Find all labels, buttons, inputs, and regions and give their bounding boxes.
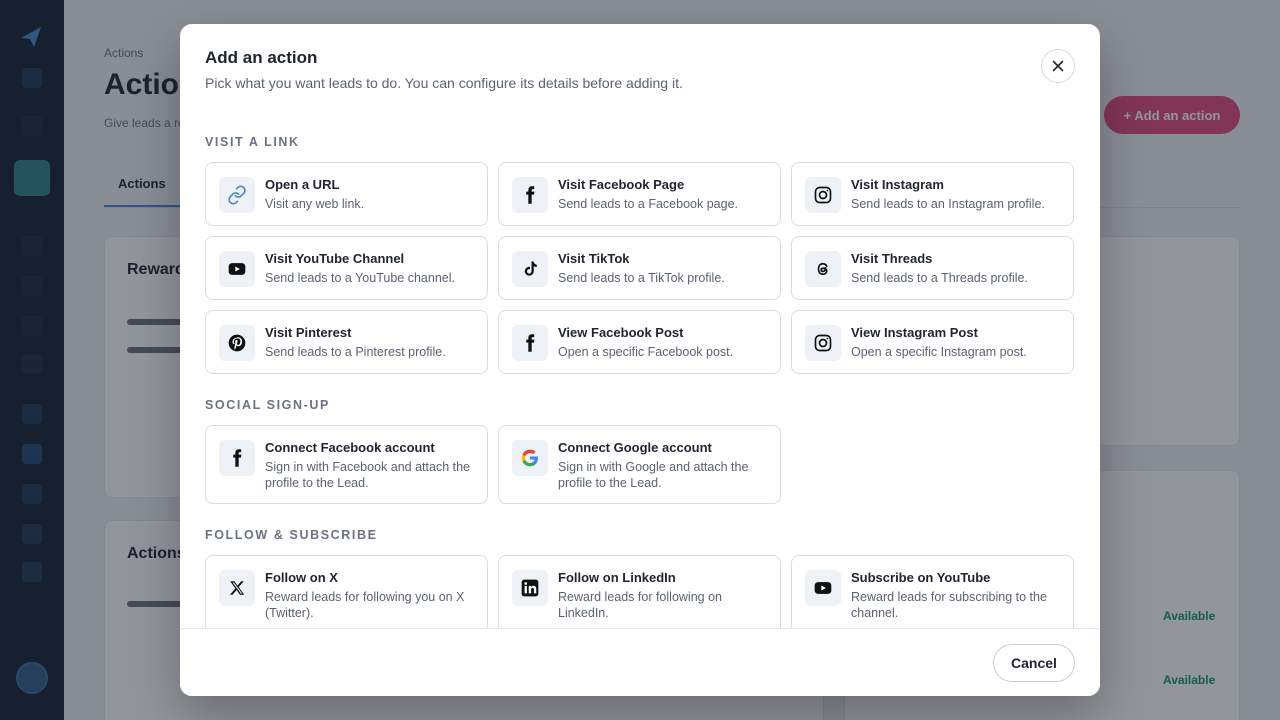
action-card-visit-youtube-channel[interactable]: Visit YouTube Channel Send leads to a Yo… <box>205 236 488 300</box>
action-title: Visit Facebook Page <box>558 177 685 192</box>
youtube-icon <box>814 582 832 594</box>
section-label-visit-a-link: Visit a link <box>205 135 300 149</box>
threads-icon <box>817 262 828 276</box>
action-card-connect-google[interactable]: Connect Google account Sign in with Goog… <box>498 425 781 504</box>
close-button[interactable] <box>1041 49 1075 83</box>
icon-box <box>512 570 548 606</box>
action-card-view-facebook-post[interactable]: View Facebook Post Open a specific Faceb… <box>498 310 781 374</box>
action-card-visit-threads[interactable]: Visit Threads Send leads to a Threads pr… <box>791 236 1074 300</box>
action-description: Reward leads for subscribing to the chan… <box>851 590 1047 620</box>
action-card-visit-tiktok[interactable]: Visit TikTok Send leads to a TikTok prof… <box>498 236 781 300</box>
icon-box <box>219 325 255 361</box>
action-description: Send leads to a Pinterest profile. <box>265 345 446 359</box>
action-description: Reward leads for following on LinkedIn. <box>558 590 722 620</box>
action-description: Open a specific Facebook post. <box>558 345 734 359</box>
action-description: Sign in with Facebook and attach the pro… <box>265 460 470 490</box>
action-title: Visit YouTube Channel <box>265 251 405 266</box>
action-title: Visit Threads <box>851 251 933 266</box>
action-card-subscribe-youtube[interactable]: Subscribe on YouTube Reward leads for su… <box>791 555 1074 628</box>
facebook-icon <box>526 334 535 352</box>
pinterest-icon <box>228 334 246 352</box>
icon-box <box>805 325 841 361</box>
action-description: Send leads to a Threads profile. <box>851 271 1028 285</box>
icon-box <box>512 325 548 361</box>
action-card-visit-instagram[interactable]: Visit Instagram Send leads to an Instagr… <box>791 162 1074 226</box>
action-card-visit-pinterest[interactable]: Visit Pinterest Send leads to a Pinteres… <box>205 310 488 374</box>
action-card-view-instagram-post[interactable]: View Instagram Post Open a specific Inst… <box>791 310 1074 374</box>
action-card-visit-facebook-page[interactable]: Visit Facebook Page Send leads to a Face… <box>498 162 781 226</box>
icon-box <box>512 440 548 476</box>
section-label-follow-subscribe: Follow & Subscribe <box>205 528 378 542</box>
action-title: Visit Pinterest <box>265 325 352 340</box>
action-title: Connect Facebook account <box>265 440 435 455</box>
action-description: Send leads to a TikTok profile. <box>558 271 725 285</box>
action-title: View Instagram Post <box>851 325 978 340</box>
cancel-button[interactable]: Cancel <box>993 644 1075 682</box>
link-icon <box>228 185 246 205</box>
action-card-open-url[interactable]: Open a URL Visit any web link. <box>205 162 488 226</box>
action-description: Send leads to a Facebook page. <box>558 197 738 211</box>
action-title: Connect Google account <box>558 440 712 455</box>
icon-box <box>805 177 841 213</box>
action-description: Send leads to a YouTube channel. <box>265 271 455 285</box>
dialog-body[interactable]: Visit a link Open a URL Visit any web li… <box>180 108 1100 628</box>
dialog-footer: Cancel <box>180 628 1100 696</box>
icon-box <box>805 570 841 606</box>
action-card-follow-linkedin[interactable]: Follow on LinkedIn Reward leads for foll… <box>498 555 781 628</box>
facebook-icon <box>233 449 242 467</box>
x-icon <box>229 581 245 595</box>
section-label-social-sign-up: Social sign-up <box>205 398 330 412</box>
action-description: Sign in with Google and attach the profi… <box>558 460 749 490</box>
action-title: View Facebook Post <box>558 325 684 340</box>
instagram-icon <box>814 186 832 204</box>
facebook-icon <box>526 186 535 204</box>
dialog-subtitle: Pick what you want leads to do. You can … <box>205 75 683 91</box>
youtube-icon <box>228 263 246 275</box>
action-card-follow-x[interactable]: Follow on X Reward leads for following y… <box>205 555 488 628</box>
action-title: Open a URL <box>265 177 340 192</box>
linkedin-icon <box>521 579 539 597</box>
dialog-header: Add an action Pick what you want leads t… <box>205 48 683 91</box>
google-icon <box>521 449 538 467</box>
action-card-connect-facebook[interactable]: Connect Facebook account Sign in with Fa… <box>205 425 488 504</box>
action-title: Visit TikTok <box>558 251 630 266</box>
action-title: Visit Instagram <box>851 177 944 192</box>
action-title: Subscribe on YouTube <box>851 570 991 585</box>
action-description: Open a specific Instagram post. <box>851 345 1027 359</box>
icon-box <box>805 251 841 287</box>
action-title: Follow on X <box>265 570 338 585</box>
icon-box <box>512 251 548 287</box>
icon-box <box>512 177 548 213</box>
action-title: Follow on LinkedIn <box>558 570 676 585</box>
icon-box <box>219 177 255 213</box>
add-action-dialog: Add an action Pick what you want leads t… <box>180 24 1100 696</box>
icon-box <box>219 440 255 476</box>
dialog-title: Add an action <box>205 48 318 67</box>
action-description: Send leads to an Instagram profile. <box>851 197 1045 211</box>
icon-box <box>219 251 255 287</box>
close-icon <box>1052 60 1064 72</box>
action-description: Reward leads for following you on X (Twi… <box>265 590 465 620</box>
icon-box <box>219 570 255 606</box>
instagram-icon <box>814 334 832 352</box>
tiktok-icon <box>524 261 537 276</box>
action-description: Visit any web link. <box>265 197 365 211</box>
